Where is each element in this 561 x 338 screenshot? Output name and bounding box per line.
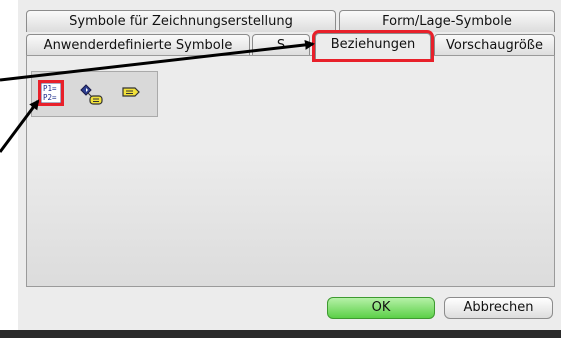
tab-form-lage-symbole[interactable]: Form/Lage-Symbole bbox=[339, 10, 555, 32]
tab-vorschaugroesse[interactable]: Vorschaugröße bbox=[434, 34, 555, 56]
panel-background bbox=[26, 150, 555, 287]
tab-label: S bbox=[276, 38, 286, 53]
window-bottom-edge bbox=[0, 330, 561, 338]
datum-relation-icon[interactable] bbox=[79, 83, 105, 109]
icon-text-p1: P1= bbox=[43, 84, 57, 93]
tab-label: Anwenderdefinierte Symbole bbox=[43, 38, 233, 53]
tab-label: Beziehungen bbox=[330, 37, 416, 52]
tab-anwenderdefinierte-symbole[interactable]: Anwenderdefinierte Symbole bbox=[26, 34, 250, 56]
tab-beziehungen[interactable]: Beziehungen bbox=[315, 33, 431, 59]
cancel-button[interactable]: Abbrechen bbox=[444, 297, 553, 319]
relations-p1-p2-icon[interactable]: P1= P2= bbox=[38, 80, 64, 106]
note-relation-icon[interactable] bbox=[120, 82, 146, 108]
ok-button-label: OK bbox=[371, 300, 391, 315]
icon-text-p2: P2= bbox=[43, 93, 57, 102]
tab-label: Form/Lage-Symbole bbox=[382, 14, 512, 29]
tab-label: Symbole für Zeichnungserstellung bbox=[69, 14, 293, 29]
ok-button[interactable]: OK bbox=[327, 297, 435, 319]
tab-s[interactable]: S bbox=[252, 34, 310, 56]
cancel-button-label: Abbrechen bbox=[463, 300, 534, 315]
tab-label: Vorschaugröße bbox=[446, 38, 543, 53]
tab-symbole-zeichnungserstellung[interactable]: Symbole für Zeichnungserstellung bbox=[26, 10, 336, 32]
